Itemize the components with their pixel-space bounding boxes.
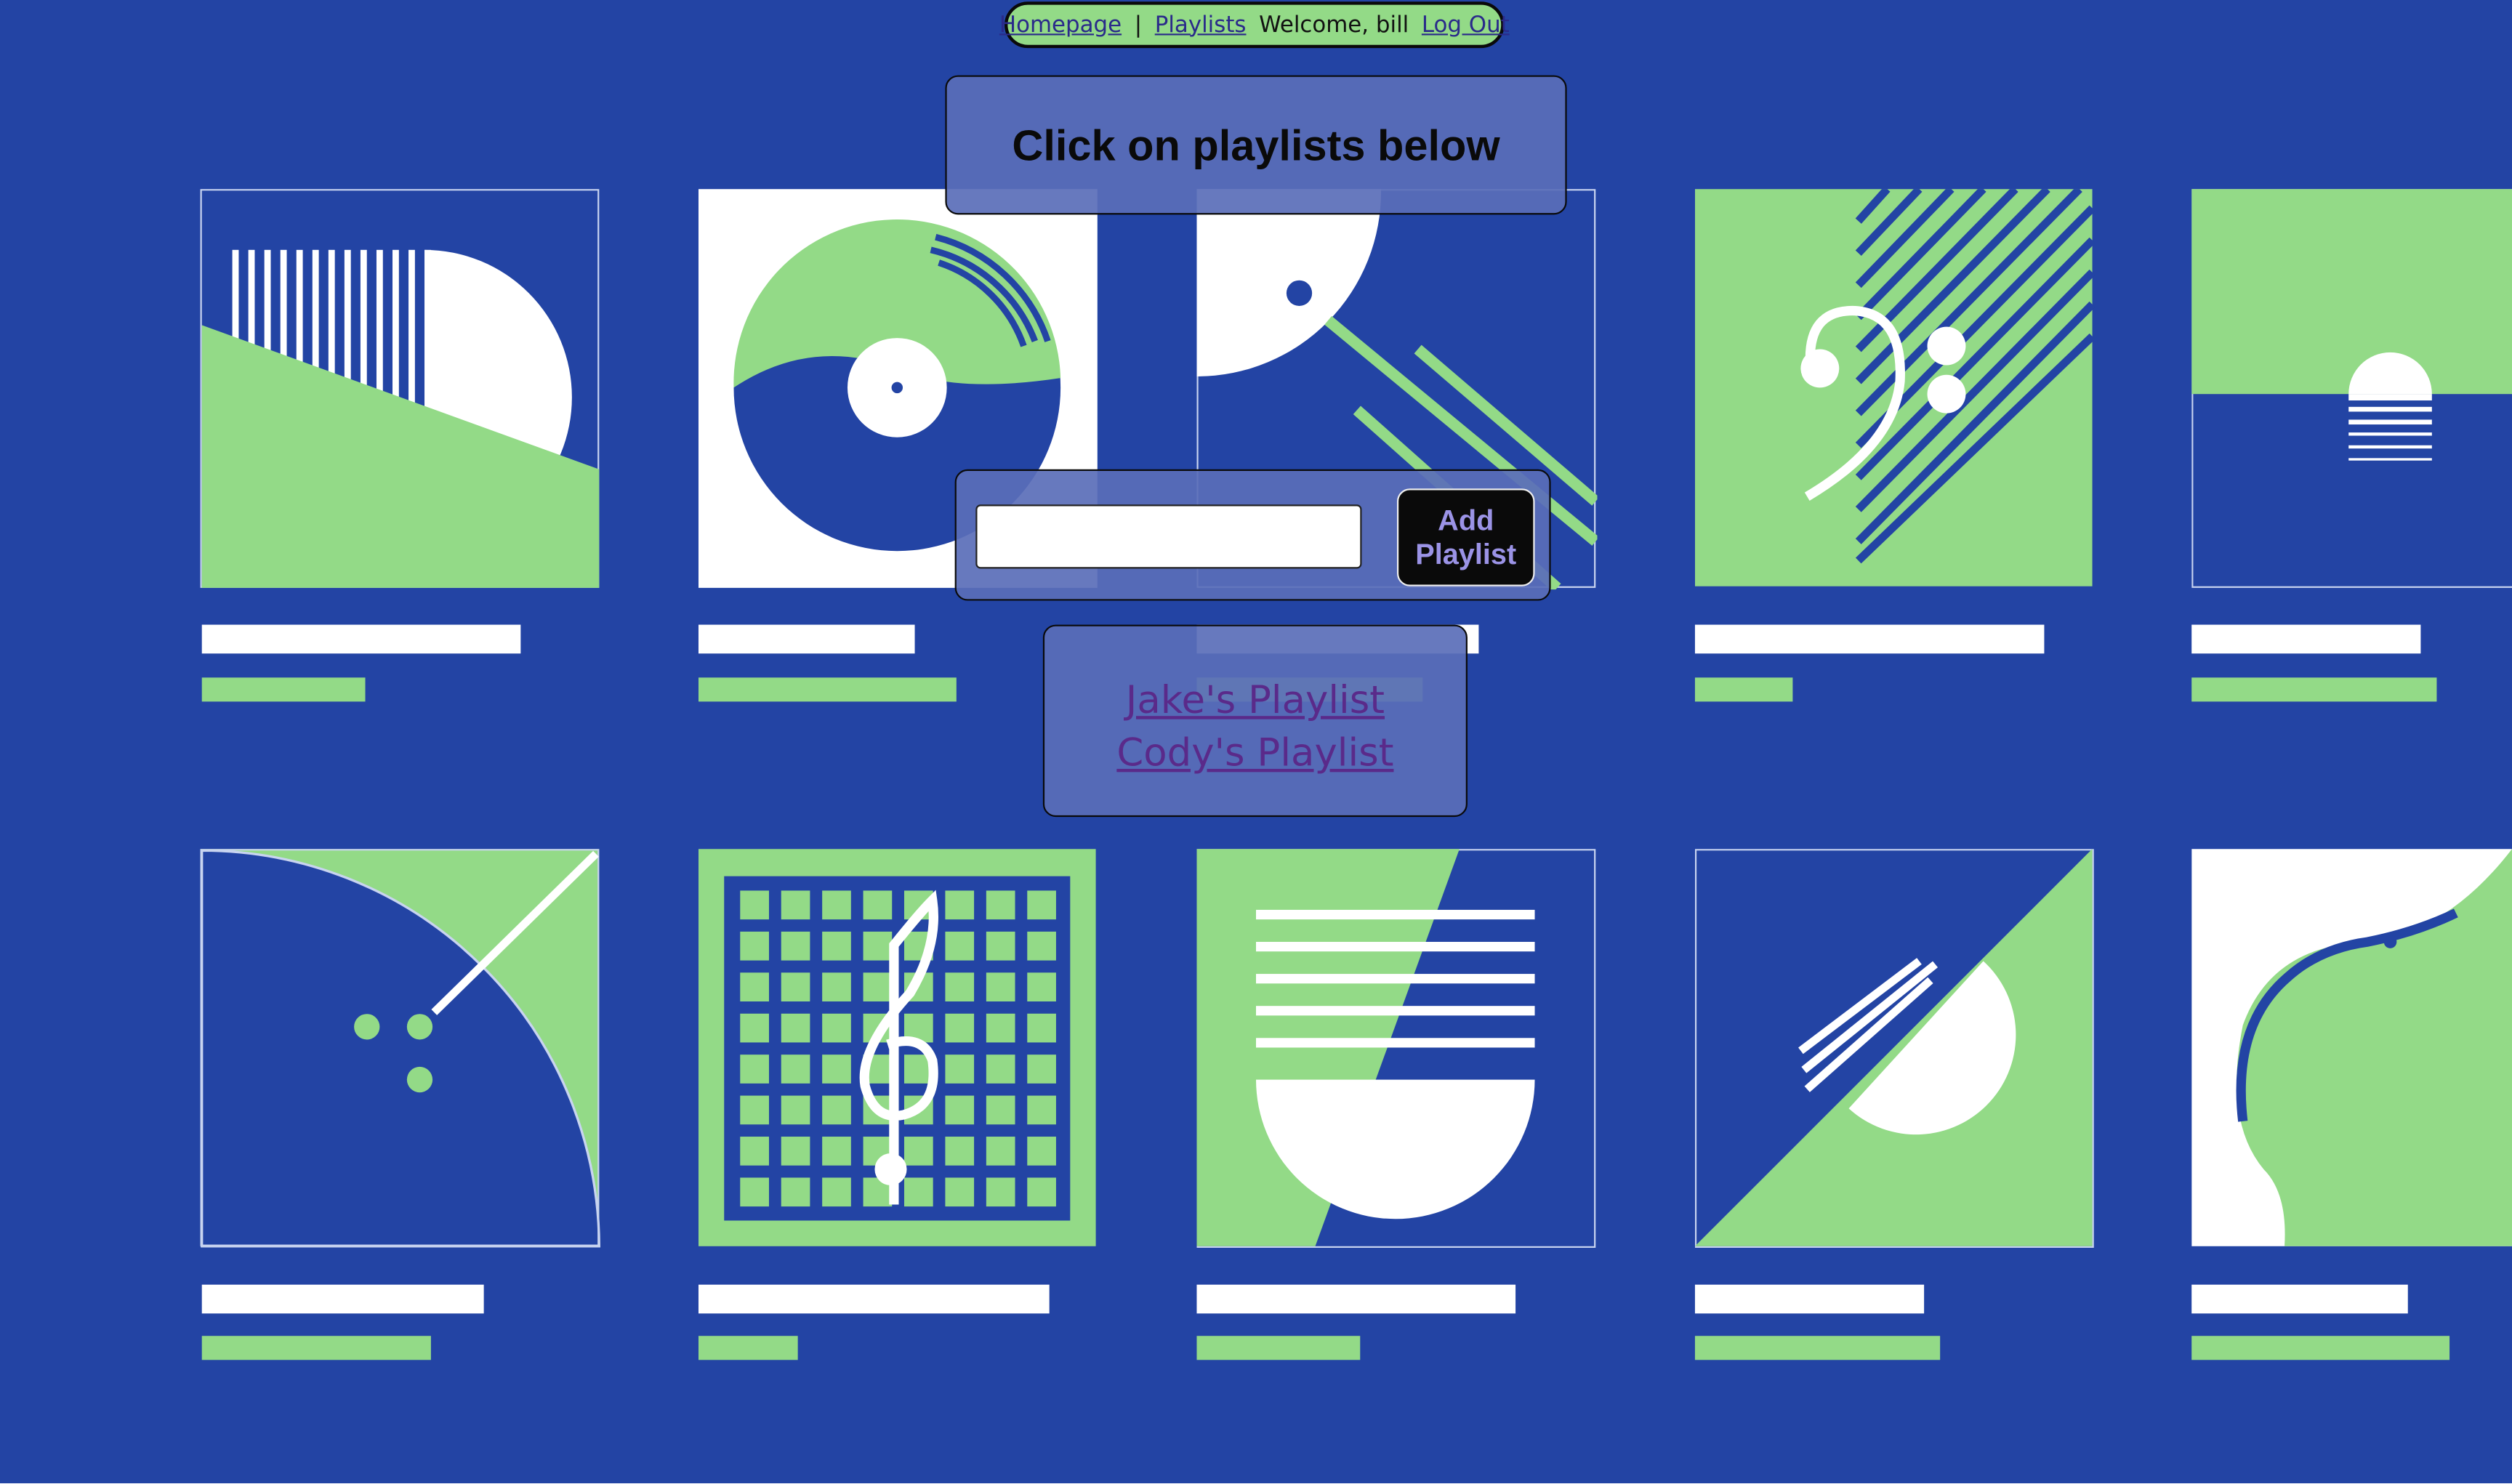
card-title-bar: [2191, 624, 2421, 654]
welcome-text: Welcome, bill: [1259, 12, 1409, 38]
page: Homepage | Playlists Welcome, bill Log O…: [0, 0, 2512, 1483]
album-art-treble-clef: [698, 849, 1096, 1246]
playlist-name-input[interactable]: [975, 504, 1362, 569]
card-title-bar: [1694, 624, 2045, 654]
add-playlist-button[interactable]: Add Playlist: [1396, 488, 1535, 586]
album-art-split-circle: [1694, 849, 2094, 1248]
card-title-bar: [698, 624, 915, 654]
playlist-link-jake[interactable]: Jake's Playlist: [1126, 674, 1385, 727]
top-navbar: Homepage | Playlists Welcome, bill Log O…: [999, 1, 1510, 49]
card-title-bar: [201, 1284, 484, 1314]
page-title: Click on playlists below: [1012, 121, 1500, 170]
card-subtitle-bar: [2191, 1336, 2450, 1360]
title-panel: Click on playlists below: [945, 75, 1567, 215]
card-subtitle-bar: [698, 677, 957, 702]
album-art-staff-bowl: [1196, 849, 1596, 1248]
card-title-bar: [1196, 1284, 1516, 1314]
card-title-bar: [1694, 1284, 1925, 1314]
album-art-sunset: [2191, 189, 2512, 588]
nav-separator: |: [1134, 12, 1143, 38]
add-playlist-form: Add Playlist: [954, 469, 1551, 601]
album-art-quarter-circle: [200, 849, 600, 1248]
playlist-link-cody[interactable]: Cody's Playlist: [1116, 727, 1393, 781]
album-art-bass-clef: [1694, 189, 2096, 586]
card-subtitle-bar: [1694, 1336, 1941, 1360]
album-art-stripes: [200, 189, 600, 588]
card-subtitle-bar: [1196, 1336, 1361, 1360]
card-subtitle-bar: [2191, 677, 2437, 702]
album-art-guitar-curve: [2191, 849, 2512, 1246]
homepage-link[interactable]: Homepage: [999, 12, 1122, 38]
card-subtitle-bar: [1694, 677, 1793, 702]
card-title-bar: [201, 624, 521, 654]
card-subtitle-bar: [201, 677, 366, 702]
card-title-bar: [2191, 1284, 2408, 1314]
card-title-bar: [698, 1284, 1050, 1314]
playlist-list: Jake's Playlist Cody's Playlist: [1042, 624, 1468, 818]
logout-link[interactable]: Log Out: [1422, 12, 1510, 38]
card-subtitle-bar: [698, 1336, 798, 1360]
playlists-link[interactable]: Playlists: [1155, 12, 1247, 38]
card-subtitle-bar: [201, 1336, 431, 1360]
